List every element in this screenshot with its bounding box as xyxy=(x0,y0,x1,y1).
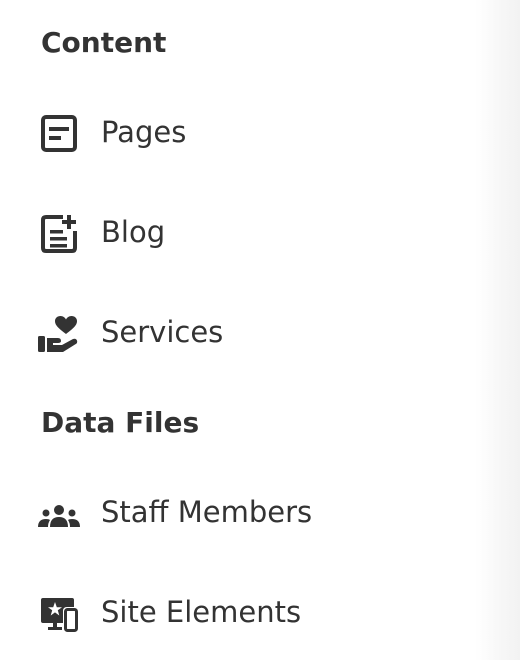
sidebar-item-label: Staff Members xyxy=(101,495,313,529)
sidebar-item-pages[interactable]: Pages xyxy=(30,102,450,162)
sidebar-item-services[interactable]: Services xyxy=(30,302,450,362)
devices-star-icon xyxy=(36,594,82,634)
sidebar-item-blog[interactable]: Blog xyxy=(30,202,450,262)
sidebar-nav: Content Pages Blog Services Data Files S… xyxy=(0,0,475,660)
blog-add-icon xyxy=(36,214,82,254)
sidebar-item-staff-members[interactable]: Staff Members xyxy=(30,482,450,542)
sidebar-item-label: Services xyxy=(101,315,224,349)
sidebar-item-label: Site Elements xyxy=(101,595,302,629)
section-heading-content: Content xyxy=(41,26,167,59)
content-area-edge xyxy=(475,0,520,660)
sidebar-item-label: Pages xyxy=(101,115,187,149)
sidebar-item-site-elements[interactable]: Site Elements xyxy=(30,582,450,642)
people-group-icon xyxy=(36,494,82,534)
sidebar-item-label: Blog xyxy=(101,215,166,249)
hand-heart-icon xyxy=(36,314,82,354)
section-heading-data-files: Data Files xyxy=(41,406,200,439)
page-icon xyxy=(36,114,82,154)
